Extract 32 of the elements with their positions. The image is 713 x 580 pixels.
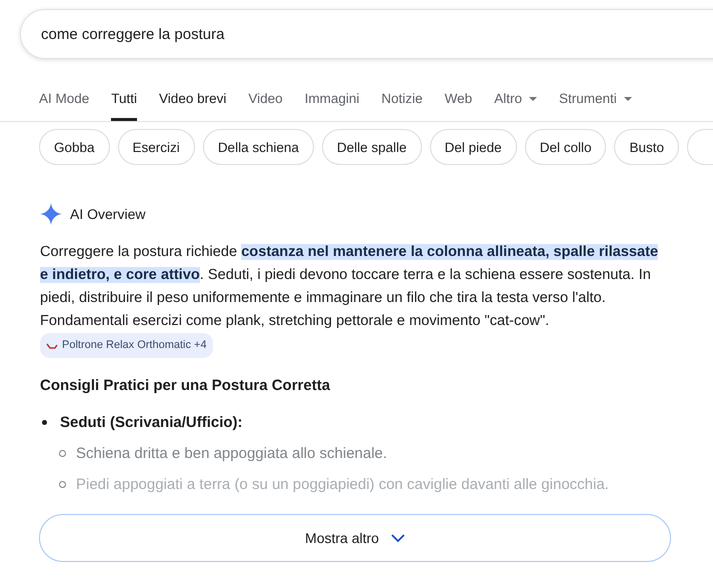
search-tab[interactable]: Video brevi [159, 79, 226, 121]
caret-icon [624, 97, 632, 102]
bullet-icon [59, 450, 66, 456]
filter-chip[interactable]: Del collo [524, 129, 606, 165]
overview-paragraph: Correggere la postura richiede costanza nel mantenere la colonna allineata, spalle rilassate e indietro, e core attivo. Seduti, i piedi devono toccare terra e la schiena essere sostenuta. In piedi, distribuire il peso uniformemente e immaginare un filo che tira la testa verso l'alto. Fondamentali esercizi come plank, stretching pettorale e movimento "cat-cow". Poltrone Relax Orthomatic +4 [40, 241, 665, 358]
caret-icon [528, 97, 537, 102]
list-item: Piedi appoggiati a terra (o su un poggiapiedi) con caviglie davanti alle ginocchia. [76, 476, 609, 492]
filter-chip[interactable]: Busto [614, 129, 680, 165]
filter-chip[interactable]: Del piede [430, 129, 517, 165]
search-field[interactable]: come correggere la postura [20, 9, 713, 59]
list-heading: Seduti (Scrivania/Ufficio): [60, 414, 243, 430]
search-tab[interactable]: Altro [494, 79, 537, 121]
search-tab[interactable]: Tutti [111, 79, 138, 121]
filter-chip[interactable]: Della schiena [202, 129, 314, 165]
search-tab[interactable]: Strumenti [558, 79, 632, 121]
ai-overview-title: AI Overview [70, 206, 146, 222]
search-tab[interactable]: Notizie [381, 79, 423, 121]
search-tab[interactable]: Web [444, 79, 472, 121]
source-link[interactable]: Poltrone Relax Orthomatic +4 [40, 333, 213, 358]
sparkle-icon [40, 203, 62, 225]
show-more-button[interactable]: Mostra altro [39, 514, 671, 562]
list-item: Schiena dritta e ben appoggiata allo schienale. [76, 444, 388, 462]
bullet-icon [59, 480, 66, 488]
search-tab[interactable]: Video [248, 79, 283, 121]
filter-chip[interactable]: Esercizi [118, 129, 195, 165]
search-tab[interactable]: AI Mode [39, 79, 90, 121]
chevron-down-icon [390, 534, 405, 542]
section-heading: Consigli Pratici per una Postura Corretta [40, 376, 332, 394]
filter-chip[interactable]: Delle spalle [322, 129, 422, 165]
search-tab[interactable]: Immagini [304, 79, 360, 121]
bullet-icon [42, 420, 47, 424]
filter-chip[interactable]: Gobba [39, 129, 110, 165]
